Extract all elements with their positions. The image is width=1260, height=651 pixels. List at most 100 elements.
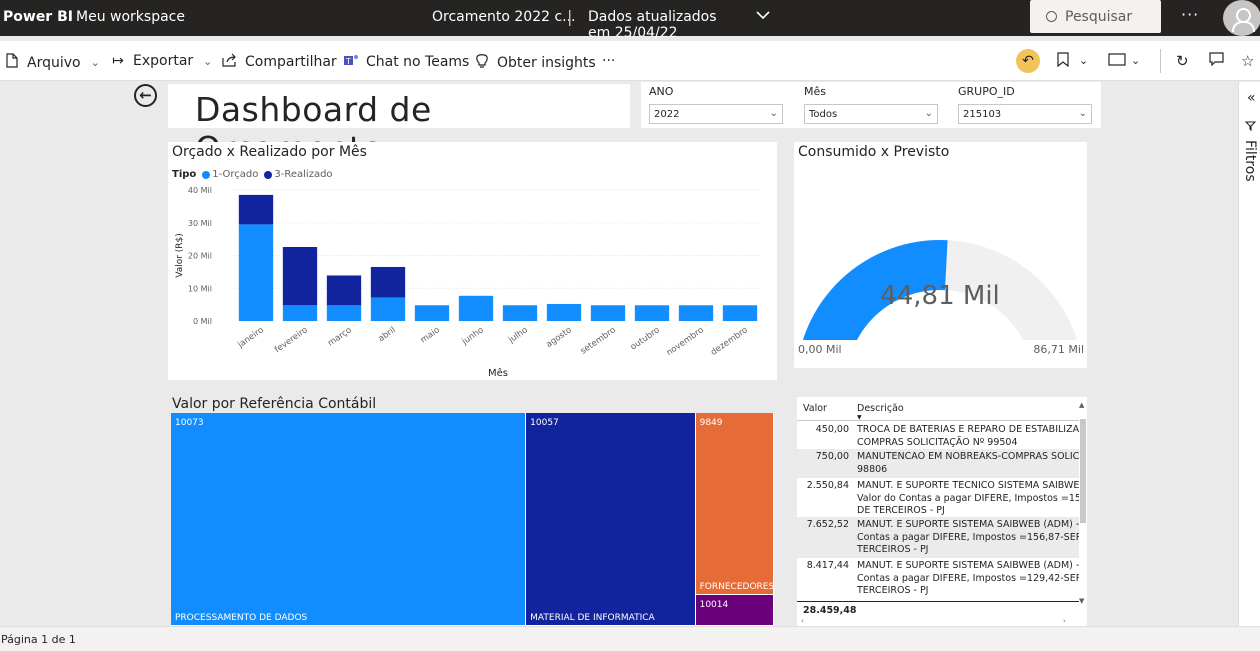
- y-tick-label: 40 Mil: [188, 186, 212, 195]
- title-card: Dashboard de Orçamento: [168, 84, 630, 168]
- bar-1-Orçado: [722, 305, 758, 321]
- teams-icon: T: [343, 53, 359, 71]
- column-header-descricao[interactable]: Descrição: [857, 403, 904, 414]
- search-box[interactable]: Pesquisar: [1030, 0, 1161, 33]
- scroll-down-icon[interactable]: ▼: [1079, 597, 1084, 605]
- cell-valor: 750,00: [815, 451, 849, 462]
- treemap-cell[interactable]: 9849 FORNECEDORES: [695, 413, 774, 595]
- table-total-value: 28.459,48: [803, 605, 857, 616]
- bar-1-Orçado: [326, 305, 362, 321]
- bar-1-Orçado: [458, 295, 494, 321]
- report-name[interactable]: Orcamento 2022 c...: [432, 9, 576, 25]
- chevron-down-icon[interactable]: ⌄: [1131, 54, 1140, 67]
- app-brand[interactable]: Power BI: [3, 9, 73, 25]
- cell-descricao: MANUT. E SUPORTE TECNICO SISTEMA SAIBWEB…: [857, 480, 1079, 516]
- bar-1-Orçado: [282, 305, 318, 321]
- table-horizontal-scrollbar[interactable]: ‹ ›: [797, 617, 1079, 626]
- bar-3-Realizado: [282, 246, 318, 306]
- column-header-valor[interactable]: Valor: [803, 403, 827, 414]
- slicer-ano-dropdown[interactable]: 2022 ⌄: [649, 104, 783, 124]
- scroll-right-icon[interactable]: ›: [1063, 617, 1066, 625]
- chevron-down-icon: ⌄: [1078, 108, 1087, 119]
- chat-teams-label: Chat no Teams: [366, 54, 470, 70]
- scroll-up-icon[interactable]: ▲: [1079, 401, 1084, 409]
- lightbulb-icon: [474, 53, 490, 72]
- bookmark-icon[interactable]: [1057, 52, 1069, 71]
- table-row[interactable]: 2.550,84 MANUT. E SUPORTE TECNICO SISTEMA…: [797, 478, 1079, 517]
- treemap-cell-id: 10057: [530, 418, 559, 428]
- x-axis-title: Mês: [488, 367, 508, 379]
- bar-1-Orçado: [678, 305, 714, 321]
- sort-down-icon: ▼: [857, 414, 862, 421]
- search-icon: [1046, 11, 1057, 22]
- chevron-down-icon[interactable]: ⌄: [1079, 54, 1088, 67]
- table-total-row: 28.459,48: [797, 601, 1079, 619]
- obter-insights-label: Obter insights: [497, 54, 596, 71]
- more-options-button[interactable]: ···: [1181, 5, 1199, 24]
- x-tick-label: janeiro: [235, 325, 265, 350]
- bar-chart-card[interactable]: Orçado x Realizado por Mês Tipo 1-Orçado…: [168, 142, 777, 380]
- slicer-grupo-dropdown[interactable]: 215103 ⌄: [958, 104, 1092, 124]
- x-tick-label: fevereiro: [273, 325, 310, 355]
- bar-1-Orçado: [370, 297, 406, 321]
- chat-teams-button[interactable]: T Chat no Teams: [343, 53, 469, 71]
- treemap-cell[interactable]: 10057 MATERIAL DE INFORMATICA: [526, 413, 696, 626]
- exportar-menu[interactable]: ↦ Exportar ⌄: [110, 53, 212, 69]
- treemap-card[interactable]: Valor por Referência Contábil 10073 PROCE…: [168, 394, 777, 626]
- cell-valor: 2.550,84: [806, 480, 849, 491]
- refresh-icon[interactable]: ↻: [1176, 52, 1189, 70]
- slicer-mes-dropdown[interactable]: Todos ⌄: [804, 104, 938, 124]
- comment-icon[interactable]: [1209, 52, 1224, 70]
- chevron-down-icon: ⌄: [90, 56, 100, 69]
- table-row[interactable]: 7.652,52 MANUT. E SUPORTE SISTEMA SAIBWEB…: [797, 517, 1079, 558]
- chevron-down-icon[interactable]: [756, 8, 770, 24]
- expand-chevrons-icon[interactable]: «: [1247, 90, 1256, 106]
- user-avatar[interactable]: [1223, 0, 1260, 36]
- x-tick-label: agosto: [544, 325, 573, 350]
- reset-icon[interactable]: ↶: [1016, 49, 1040, 73]
- bar-1-Orçado: [414, 305, 450, 321]
- treemap-cell[interactable]: 10014: [695, 594, 774, 626]
- arquivo-menu[interactable]: Arquivo ⌄: [4, 53, 100, 72]
- cell-valor: 450,00: [815, 424, 849, 435]
- table-row[interactable]: 750,00 MANUTENCAO EM NOBREAKS-COMPRAS SOL…: [797, 449, 1079, 478]
- back-arrow-icon[interactable]: ←: [134, 84, 157, 107]
- y-tick-label: 30 Mil: [188, 219, 212, 228]
- workspace-link[interactable]: Meu workspace: [76, 9, 185, 25]
- favorite-star-icon[interactable]: ☆: [1241, 52, 1254, 70]
- compartilhar-label: Compartilhar: [245, 54, 337, 70]
- toolbar-divider: [1160, 49, 1161, 73]
- gauge-value-label: 44,81 Mil: [880, 281, 1000, 311]
- treemap-cell-id: 9849: [699, 418, 723, 428]
- slicer-grupo-title: GRUPO_ID: [958, 85, 1015, 98]
- table-vertical-scrollbar[interactable]: ▲ ▼: [1079, 397, 1087, 626]
- export-icon: ↦: [112, 53, 124, 69]
- cell-descricao: MANUT. E SUPORTE SISTEMA SAIBWEB (ADM) -…: [857, 560, 1079, 596]
- slicer-ano-title: ANO: [649, 85, 674, 98]
- slicer-mes: Mês Todos ⌄: [798, 82, 938, 124]
- chevron-down-icon: ⌄: [924, 108, 933, 119]
- obter-insights-button[interactable]: Obter insights: [474, 53, 596, 72]
- x-tick-label: setembro: [579, 325, 618, 356]
- x-tick-label: março: [326, 325, 354, 348]
- bar-1-Orçado: [238, 224, 274, 321]
- scroll-left-icon[interactable]: ‹: [801, 617, 804, 625]
- x-tick-label: outubro: [629, 325, 662, 352]
- view-icon[interactable]: [1108, 52, 1126, 70]
- slicer-ano: ANO 2022 ⌄: [643, 82, 783, 124]
- scrollbar-thumb[interactable]: [1080, 419, 1086, 523]
- table-row[interactable]: 8.417,44 MANUT. E SUPORTE SISTEMA SAIBWEB…: [797, 558, 1079, 598]
- x-tick-label: abril: [377, 325, 398, 344]
- table-row[interactable]: 450,00 TROCA DE BATERIAS E REPARO DE ESTA…: [797, 422, 1079, 449]
- gauge-card[interactable]: Consumido x Previsto 44,81 Mil 0,00 Mil 86…: [794, 142, 1087, 368]
- treemap-cell[interactable]: 10073 PROCESSAMENTO DE DADOS: [171, 413, 527, 626]
- y-tick-label: 20 Mil: [188, 252, 212, 261]
- header-separator: |: [567, 7, 573, 26]
- filters-pane[interactable]: « Filtros: [1238, 82, 1260, 626]
- bar-3-Realizado: [238, 194, 274, 225]
- detail-table[interactable]: Valor Descrição ▼ 450,00 TROCA DE BATERIA…: [797, 397, 1087, 626]
- compartilhar-button[interactable]: Compartilhar: [222, 53, 337, 71]
- cell-descricao: MANUT. E SUPORTE SISTEMA SAIBWEB (ADM) -…: [857, 519, 1079, 555]
- more-actions-button[interactable]: ···: [602, 53, 615, 69]
- search-placeholder: Pesquisar: [1065, 9, 1133, 25]
